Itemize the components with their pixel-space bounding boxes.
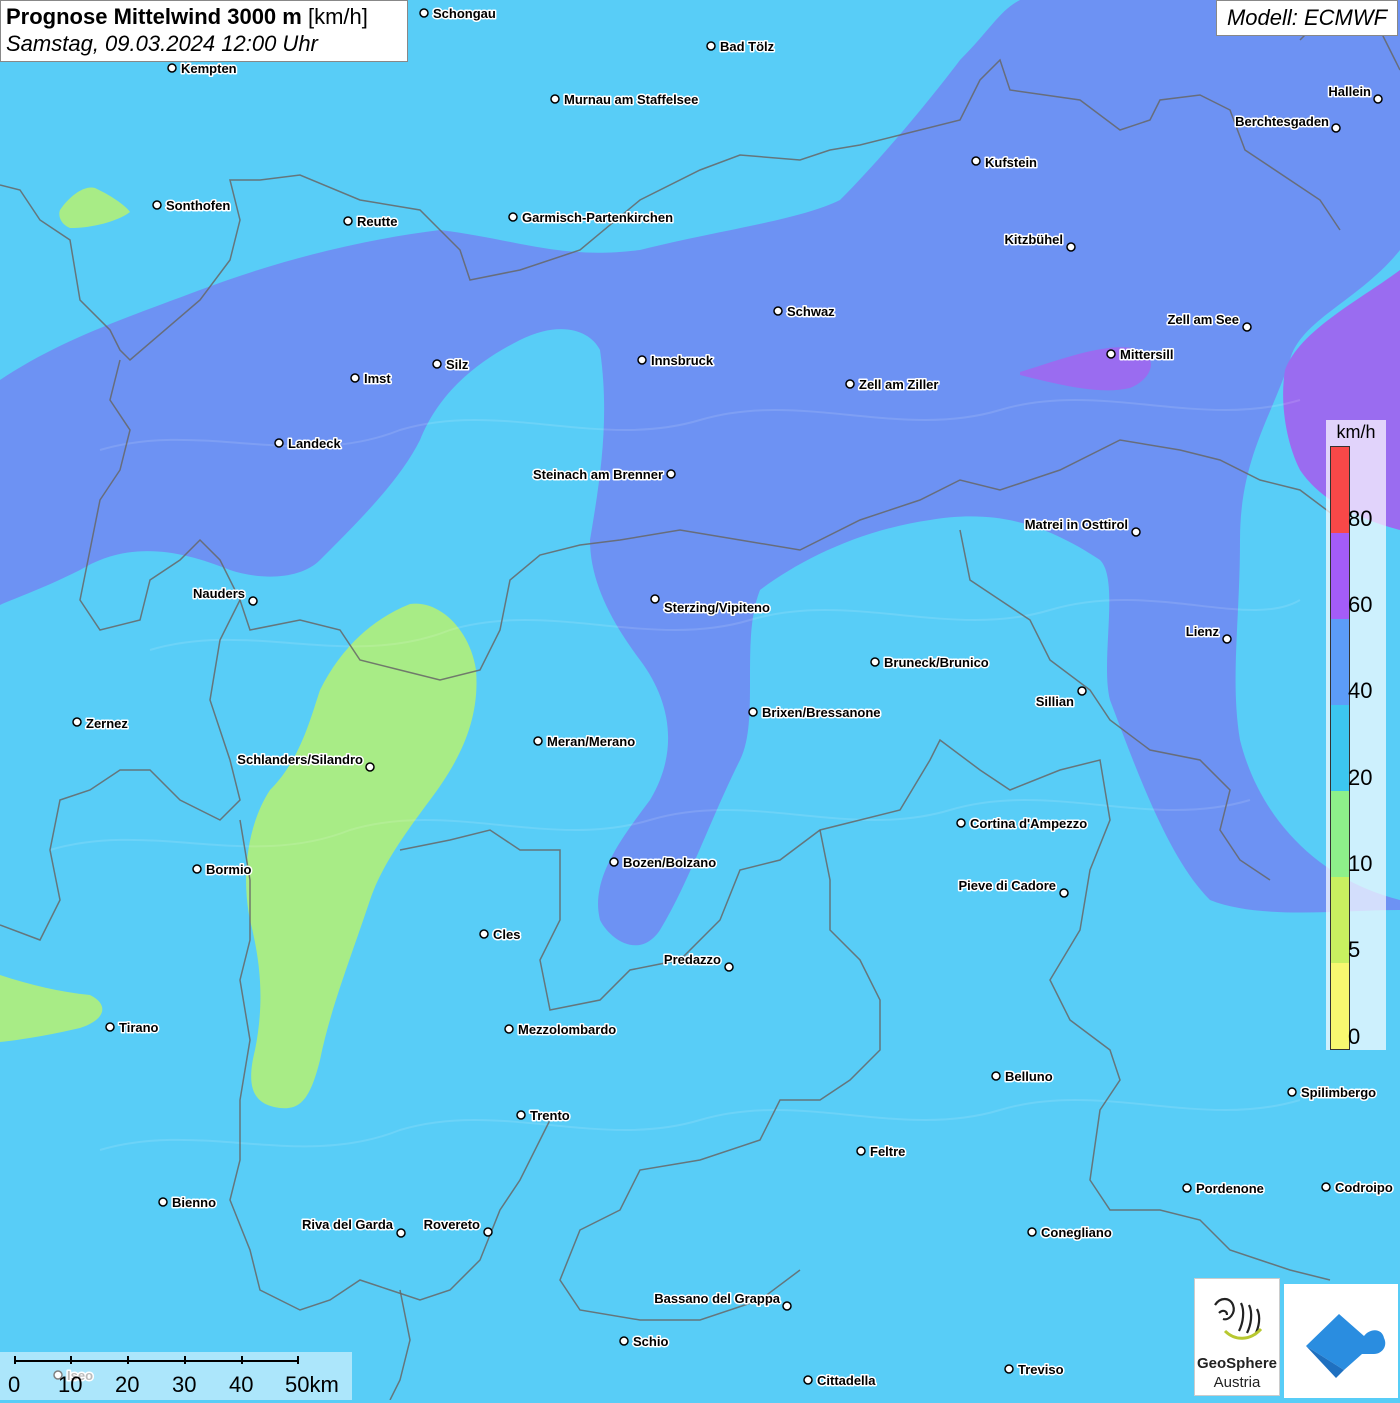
map-datetime: Samstag, 09.03.2024 12:00 Uhr bbox=[6, 31, 318, 56]
map-title-unit: [km/h] bbox=[307, 4, 368, 29]
legend-tick: 40 bbox=[1348, 678, 1373, 703]
city-label: Kempten bbox=[181, 61, 237, 76]
legend-swatch-80 bbox=[1331, 447, 1349, 533]
scale-tick bbox=[297, 1356, 299, 1364]
city-label: Steinach am Brenner bbox=[533, 467, 663, 482]
scale-label: 50km bbox=[285, 1372, 339, 1397]
weather-app-logo[interactable] bbox=[1284, 1284, 1398, 1398]
city-label: Kufstein bbox=[985, 155, 1037, 170]
city-label: Sterzing/Vipiteno bbox=[664, 600, 770, 615]
city-label: Schio bbox=[633, 1334, 668, 1349]
color-legend: km/h 80 60 40 20 10 5 0 bbox=[1326, 420, 1386, 1050]
city-label: Mittersill bbox=[1120, 347, 1173, 362]
city-label: Schlanders/Silandro bbox=[237, 752, 363, 767]
legend-swatch-5 bbox=[1331, 877, 1349, 963]
legend-swatch-60 bbox=[1331, 533, 1349, 619]
scale-line bbox=[14, 1360, 298, 1362]
scale-label: 20 bbox=[115, 1372, 140, 1397]
city-label: Belluno bbox=[1005, 1069, 1053, 1084]
city-label: Garmisch-Partenkirchen bbox=[522, 210, 673, 225]
legend-color-bar bbox=[1330, 446, 1350, 1050]
legend-tick: 60 bbox=[1348, 592, 1373, 617]
city-label: Meran/Merano bbox=[547, 734, 635, 749]
city-label: Nauders bbox=[193, 586, 245, 601]
city-label: Matrei in Osttirol bbox=[1025, 517, 1128, 532]
legend-tick: 80 bbox=[1348, 506, 1373, 531]
geosphere-name: GeoSphere bbox=[1196, 1355, 1278, 1372]
cloud-arrow-icon bbox=[1306, 1314, 1386, 1378]
city-label: Conegliano bbox=[1041, 1225, 1112, 1240]
wind-forecast-map: Schongau Bad Tölz Kempten Murnau am Staf… bbox=[0, 0, 1400, 1400]
city-label: Berchtesgaden bbox=[1235, 114, 1329, 129]
city-label: Cittadella bbox=[817, 1373, 876, 1388]
city-label: Pordenone bbox=[1196, 1181, 1264, 1196]
city-label: Codroipo bbox=[1335, 1180, 1393, 1195]
city-label: Spilimbergo bbox=[1301, 1085, 1376, 1100]
city-label: Sillian bbox=[1036, 694, 1074, 709]
city-label: Cles bbox=[493, 927, 520, 942]
city-label: Cortina d'Ampezzo bbox=[970, 816, 1087, 831]
city-label: Bormio bbox=[206, 862, 252, 877]
city-label: Treviso bbox=[1018, 1362, 1064, 1377]
city-label: Rovereto bbox=[424, 1217, 480, 1232]
city-label: Predazzo bbox=[664, 952, 721, 967]
city-label: Mezzolombardo bbox=[518, 1022, 616, 1037]
city-label: Bad Tölz bbox=[720, 39, 775, 54]
city-label: Reutte bbox=[357, 214, 397, 229]
city-label: Lienz bbox=[1186, 624, 1220, 639]
geosphere-logo[interactable]: GeoSphere Austria bbox=[1194, 1278, 1280, 1396]
legend-tick: 5 bbox=[1348, 937, 1361, 962]
city-label: Silz bbox=[446, 357, 469, 372]
map-title-main: Prognose Mittelwind 3000 m bbox=[6, 4, 302, 29]
legend-swatch-10 bbox=[1331, 791, 1349, 877]
city-label: Trento bbox=[530, 1108, 570, 1123]
scale-tick bbox=[127, 1356, 129, 1364]
scale-label: 40 bbox=[229, 1372, 254, 1397]
legend-unit: km/h bbox=[1336, 422, 1376, 442]
geosphere-country: Austria bbox=[1213, 1374, 1261, 1391]
city-label: Bozen/Bolzano bbox=[623, 855, 716, 870]
city-label: Innsbruck bbox=[651, 353, 714, 368]
city-label: Hallein bbox=[1328, 84, 1371, 99]
geosphere-emblem-icon bbox=[1214, 1297, 1263, 1340]
city-label: Landeck bbox=[288, 436, 342, 451]
legend-swatch-0 bbox=[1331, 963, 1349, 1049]
city-label: Imst bbox=[364, 371, 391, 386]
model-label: Modell: ECMWF bbox=[1216, 0, 1398, 36]
legend-tick: 20 bbox=[1348, 765, 1373, 790]
city-label: Murnau am Staffelsee bbox=[564, 92, 698, 107]
city-label: Sonthofen bbox=[166, 198, 230, 213]
city-label: Tirano bbox=[119, 1020, 159, 1035]
legend-swatch-20 bbox=[1331, 705, 1349, 791]
map-title: Prognose Mittelwind 3000 m [km/h] bbox=[6, 4, 407, 30]
city-label: Bruneck/Brunico bbox=[884, 655, 989, 670]
map-title-box: Prognose Mittelwind 3000 m [km/h] Samsta… bbox=[0, 0, 408, 62]
city-label: Kitzbühel bbox=[1005, 232, 1064, 247]
scale-label: 30 bbox=[172, 1372, 197, 1397]
city-label: Riva del Garda bbox=[302, 1217, 394, 1232]
city-label: Bassano del Grappa bbox=[654, 1291, 780, 1306]
scale-tick bbox=[70, 1356, 72, 1364]
scale-tick bbox=[14, 1356, 16, 1364]
city-label: Bienno bbox=[172, 1195, 216, 1210]
scale-tick bbox=[184, 1356, 186, 1364]
scale-tick bbox=[241, 1356, 243, 1364]
city-label: Pieve di Cadore bbox=[958, 878, 1056, 893]
city-label: Zell am Ziller bbox=[859, 377, 938, 392]
city-label: Schongau bbox=[433, 6, 496, 21]
city-label: Brixen/Bressanone bbox=[762, 705, 881, 720]
legend-swatch-40 bbox=[1331, 619, 1349, 705]
legend-tick: 10 bbox=[1348, 851, 1373, 876]
scale-label: 10 bbox=[58, 1372, 83, 1397]
scale-label: 0 bbox=[8, 1372, 21, 1397]
city-label: Schwaz bbox=[787, 304, 835, 319]
city-label: Zell am See bbox=[1167, 312, 1239, 327]
city-label: Zernez bbox=[86, 716, 128, 731]
legend-tick: 0 bbox=[1348, 1024, 1361, 1049]
scale-bar: 0 10 20 30 40 50km bbox=[0, 1352, 352, 1400]
city-label: Feltre bbox=[870, 1144, 905, 1159]
